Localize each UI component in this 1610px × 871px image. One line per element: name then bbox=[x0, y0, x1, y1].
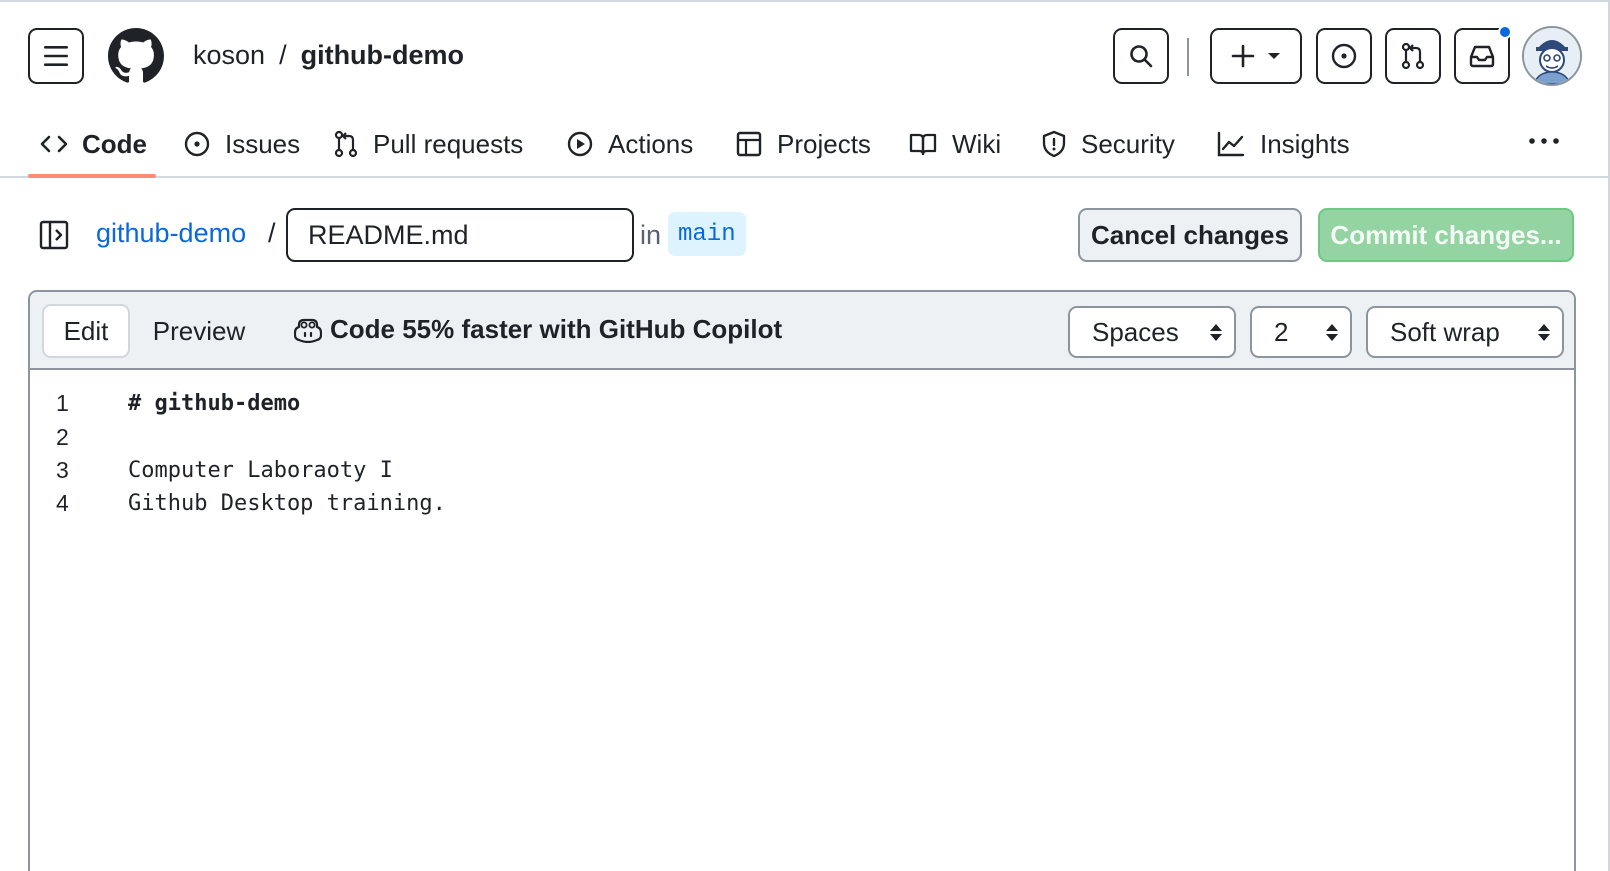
play-icon bbox=[567, 131, 593, 157]
sidebar-expand-icon[interactable] bbox=[38, 218, 72, 252]
indent-size-select[interactable]: 2 bbox=[1250, 306, 1352, 358]
breadcrumb-repo-link[interactable]: github-demo bbox=[301, 40, 464, 71]
in-branch-label: in bbox=[640, 220, 662, 250]
commit-changes-button[interactable]: Commit changes... bbox=[1318, 208, 1574, 262]
create-new-button[interactable] bbox=[1210, 28, 1302, 84]
tab-wiki-label: Wiki bbox=[952, 128, 1002, 159]
header-divider bbox=[1187, 38, 1189, 76]
pull-request-icon bbox=[334, 130, 358, 158]
tab-edit[interactable]: Edit bbox=[42, 304, 130, 358]
branch-badge[interactable]: main bbox=[668, 212, 746, 256]
tab-insights-label: Insights bbox=[1260, 128, 1350, 159]
copilot-icon bbox=[294, 318, 322, 343]
tab-preview[interactable]: Preview bbox=[144, 304, 254, 358]
indent-mode-select[interactable]: Spaces bbox=[1068, 306, 1236, 358]
graph-icon bbox=[1217, 131, 1245, 157]
file-path-separator: / bbox=[268, 218, 276, 248]
active-tab-underline bbox=[28, 174, 156, 178]
avatar-image-icon bbox=[1524, 28, 1580, 84]
breadcrumb-separator: / bbox=[279, 40, 287, 70]
tab-code[interactable]: Code bbox=[40, 112, 147, 176]
tab-code-label: Code bbox=[82, 128, 147, 159]
issue-opened-icon bbox=[1331, 43, 1357, 69]
open-menu-button[interactable] bbox=[28, 28, 84, 84]
search-icon bbox=[1130, 45, 1153, 68]
select-arrows-icon bbox=[1210, 323, 1222, 341]
tab-issues-label: Issues bbox=[225, 128, 301, 159]
file-path-repo-link[interactable]: github-demo bbox=[96, 218, 246, 249]
line-number: 4 bbox=[56, 489, 69, 516]
hamburger-icon bbox=[44, 46, 68, 66]
tab-actions[interactable]: Actions bbox=[566, 112, 693, 176]
repo-breadcrumb: koson / github-demo bbox=[193, 40, 464, 71]
tab-projects[interactable]: Projects bbox=[735, 112, 871, 176]
copilot-promo-label: Code 55% faster with GitHub Copilot bbox=[330, 314, 783, 344]
line-content[interactable]: # github-demo bbox=[128, 391, 300, 416]
select-arrows-icon bbox=[1538, 323, 1550, 341]
git-pull-request-icon bbox=[1401, 42, 1425, 70]
tab-insights[interactable]: Insights bbox=[1216, 112, 1350, 176]
indent-mode-value: Spaces bbox=[1092, 316, 1179, 347]
github-logo-icon[interactable] bbox=[108, 28, 164, 84]
cancel-changes-button[interactable]: Cancel changes bbox=[1078, 208, 1302, 262]
tab-wiki[interactable]: Wiki bbox=[908, 112, 1001, 176]
wrap-mode-value: Soft wrap bbox=[1390, 316, 1500, 347]
filename-input[interactable] bbox=[286, 208, 634, 262]
table-icon bbox=[736, 131, 762, 157]
line-number: 2 bbox=[56, 423, 69, 450]
plus-icon bbox=[1231, 44, 1255, 68]
tab-security[interactable]: Security bbox=[1041, 112, 1175, 176]
tab-pull-requests-label: Pull requests bbox=[373, 128, 524, 159]
tab-projects-label: Projects bbox=[777, 128, 871, 159]
your-issues-button[interactable] bbox=[1316, 28, 1372, 84]
select-arrows-icon bbox=[1326, 323, 1338, 341]
line-content[interactable]: Github Desktop training. bbox=[128, 491, 446, 516]
shield-icon bbox=[1042, 130, 1066, 158]
more-tabs-button[interactable] bbox=[1516, 116, 1572, 166]
code-editor-area[interactable]: 1 # github-demo 2 3 Computer Laboraoty I… bbox=[30, 372, 1574, 871]
your-pull-requests-button[interactable] bbox=[1385, 28, 1441, 84]
breadcrumb-owner-link[interactable]: koson bbox=[193, 40, 265, 71]
line-number: 3 bbox=[56, 456, 69, 483]
line-number: 1 bbox=[56, 389, 69, 416]
file-editor: Edit Preview Code 55% faster with GitHub… bbox=[28, 290, 1576, 871]
tab-issues[interactable]: Issues bbox=[183, 112, 300, 176]
indent-size-value: 2 bbox=[1274, 316, 1289, 347]
issue-icon bbox=[184, 131, 210, 157]
triangle-down-icon bbox=[1268, 53, 1280, 59]
user-avatar[interactable] bbox=[1522, 26, 1582, 86]
copilot-promo-link[interactable]: Code 55% faster with GitHub Copilot bbox=[294, 314, 782, 345]
editor-toolbar: Edit Preview Code 55% faster with GitHub… bbox=[30, 292, 1574, 370]
line-content[interactable]: Computer Laboraoty I bbox=[128, 458, 393, 483]
kebab-horizontal-icon bbox=[1529, 138, 1559, 144]
tab-security-label: Security bbox=[1081, 128, 1175, 159]
code-icon bbox=[40, 135, 68, 153]
book-icon bbox=[909, 133, 937, 156]
notification-indicator-dot bbox=[1498, 25, 1512, 39]
search-button[interactable] bbox=[1113, 28, 1169, 84]
tab-pull-requests[interactable]: Pull requests bbox=[333, 112, 523, 176]
wrap-mode-select[interactable]: Soft wrap bbox=[1366, 306, 1564, 358]
tab-actions-label: Actions bbox=[608, 128, 694, 159]
inbox-icon bbox=[1469, 45, 1495, 68]
